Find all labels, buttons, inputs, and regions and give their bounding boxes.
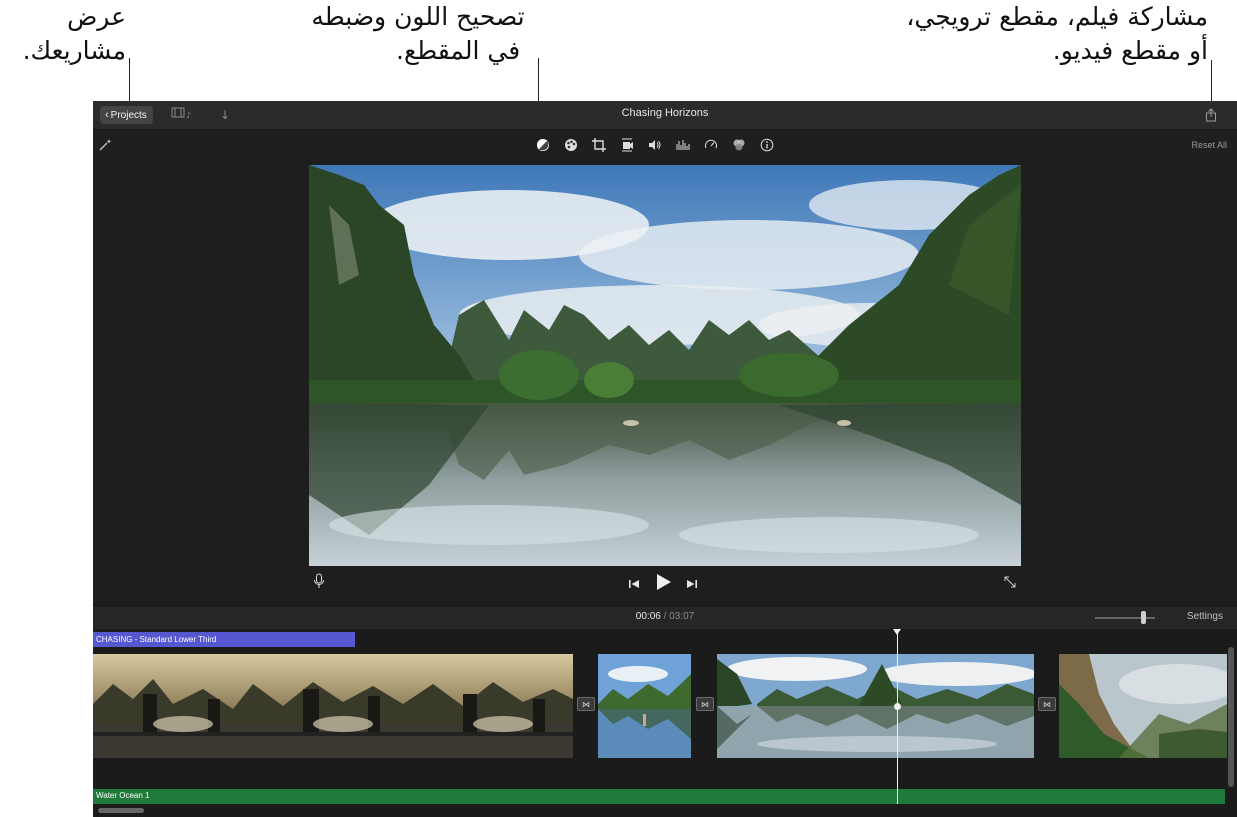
timeline: CHASING - Standard Lower Third ⋈ ⋈ ⋈ Wat… bbox=[93, 629, 1237, 817]
callout-share: مشاركة فيلم، مقطع ترويجي، أو مقطع فيديو. bbox=[820, 0, 1208, 68]
title-bar: ‹ Projects ♪ ↓ Chasing Horizons bbox=[93, 101, 1237, 130]
imovie-window: ‹ Projects ♪ ↓ Chasing Horizons ✦ Reset … bbox=[93, 101, 1237, 817]
time-separator: / bbox=[663, 611, 667, 622]
video-clip-1[interactable] bbox=[93, 654, 573, 758]
callout-share-line1: مشاركة فيلم، مقطع ترويجي، bbox=[906, 2, 1208, 31]
magic-wand-icon[interactable]: ✦ bbox=[98, 138, 112, 155]
play-icon[interactable] bbox=[654, 573, 672, 595]
speed-icon[interactable] bbox=[697, 137, 725, 153]
volume-icon[interactable] bbox=[641, 137, 669, 153]
zoom-slider-track[interactable] bbox=[1095, 617, 1155, 619]
callout-color-line2: في المقطع. bbox=[396, 36, 521, 65]
fullscreen-icon[interactable] bbox=[1003, 575, 1017, 593]
zoom-slider-knob[interactable] bbox=[1141, 611, 1146, 624]
window-title: Chasing Horizons bbox=[621, 107, 709, 119]
info-icon[interactable] bbox=[753, 137, 781, 153]
adjustment-toolbar: ✦ Reset All bbox=[93, 130, 1237, 160]
transition-icon[interactable]: ⋈ bbox=[696, 697, 714, 711]
color-palette-icon[interactable] bbox=[557, 137, 585, 153]
skip-forward-icon[interactable] bbox=[686, 575, 698, 594]
settings-button[interactable]: Settings bbox=[1187, 611, 1223, 622]
color-balance-icon[interactable] bbox=[529, 137, 557, 153]
share-icon[interactable] bbox=[1205, 107, 1217, 122]
timeline-header: 00:06 / 03:07 Settings bbox=[93, 605, 1237, 630]
playhead-marker bbox=[894, 703, 901, 710]
transition-icon[interactable]: ⋈ bbox=[577, 697, 595, 711]
current-time: 00:06 bbox=[635, 611, 661, 622]
callout-projects-line1: عرض bbox=[67, 2, 126, 31]
video-preview bbox=[309, 165, 1021, 566]
callout-color-line1: تصحيح اللون وضبطه bbox=[311, 2, 525, 31]
callout-projects: عرض مشاريعك. bbox=[8, 0, 126, 68]
svg-text:✦: ✦ bbox=[106, 138, 112, 146]
callout-projects-line2: مشاريعك. bbox=[22, 36, 126, 65]
audio-clip[interactable]: Water Ocean 1 bbox=[93, 789, 1225, 804]
skip-back-icon[interactable] bbox=[628, 575, 640, 594]
callout-share-leader bbox=[1211, 60, 1212, 104]
stabilization-icon[interactable] bbox=[613, 137, 641, 153]
callout-share-line2: أو مقطع فيديو. bbox=[1052, 36, 1208, 65]
playback-controls bbox=[628, 573, 698, 595]
callout-color: تصحيح اللون وضبطه في المقطع. bbox=[300, 0, 536, 68]
title-clip[interactable]: CHASING - Standard Lower Third bbox=[93, 632, 355, 647]
transition-icon[interactable]: ⋈ bbox=[1038, 697, 1056, 711]
callout-projects-leader bbox=[129, 58, 130, 102]
playhead[interactable] bbox=[897, 629, 898, 804]
video-clip-3[interactable] bbox=[717, 654, 1034, 758]
playhead-handle[interactable] bbox=[893, 629, 901, 635]
crop-icon[interactable] bbox=[585, 137, 613, 153]
reset-all-button[interactable]: Reset All bbox=[1191, 140, 1227, 150]
total-time: 03:07 bbox=[669, 611, 695, 622]
timecode: 00:06 / 03:07 bbox=[93, 611, 1237, 622]
video-clip-2[interactable] bbox=[598, 654, 691, 758]
video-clip-4[interactable] bbox=[1059, 654, 1227, 758]
vertical-scrollbar[interactable] bbox=[1228, 647, 1234, 787]
microphone-icon[interactable] bbox=[313, 573, 325, 589]
horizontal-scrollbar[interactable] bbox=[98, 808, 144, 813]
clip-filter-icon[interactable] bbox=[725, 137, 753, 153]
equalizer-icon[interactable] bbox=[669, 137, 697, 153]
adjustment-tools bbox=[529, 137, 781, 153]
